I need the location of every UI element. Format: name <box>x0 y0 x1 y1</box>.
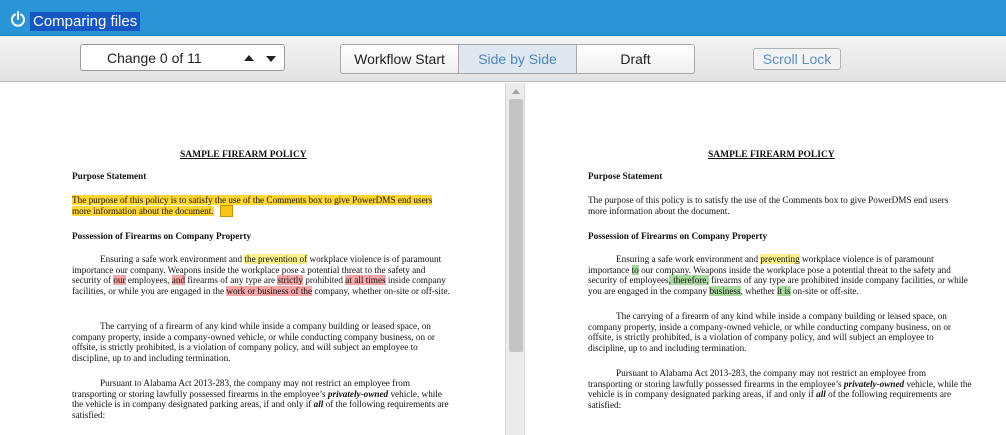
right-paragraph-2: The carrying of a firearm of any kind wh… <box>588 311 951 353</box>
right-paragraph-1: Ensuring a safe work environment and pre… <box>588 254 968 296</box>
left-paragraph-2: The carrying of a firearm of any kind wh… <box>72 321 435 363</box>
right-purpose-statement: The purpose of this policy is to satisfy… <box>588 195 949 216</box>
vertical-scrollbar[interactable] <box>505 83 525 435</box>
tab-workflow-start[interactable]: Workflow Start <box>340 44 459 74</box>
title-bar: Comparing files <box>0 0 1006 36</box>
scrollbar-thumb[interactable] <box>509 99 523 352</box>
tab-draft[interactable]: Draft <box>576 44 695 74</box>
left-paragraph-1: Ensuring a safe work environment and the… <box>72 254 450 296</box>
left-purpose-heading: Purpose Statement <box>72 171 147 181</box>
change-navigator: Change 0 of 11 <box>80 44 285 71</box>
window-title: Comparing files <box>30 12 141 31</box>
tab-side-by-side[interactable]: Side by Side <box>458 44 577 74</box>
left-paragraph-3: Pursuant to Alabama Act 2013-283, the co… <box>72 378 449 420</box>
right-possession-heading: Possession of Firearms on Company Proper… <box>588 231 768 241</box>
right-paragraph-3: Pursuant to Alabama Act 2013-283, the co… <box>588 368 972 410</box>
triangle-down-icon <box>266 56 276 62</box>
left-possession-heading: Possession of Firearms on Company Proper… <box>72 231 252 241</box>
triangle-up-icon <box>244 55 254 61</box>
change-counter: Change 0 of 11 <box>107 50 202 66</box>
previous-change-button[interactable] <box>241 50 257 66</box>
right-purpose-heading: Purpose Statement <box>588 171 663 181</box>
scroll-up-arrow-icon[interactable] <box>511 87 521 95</box>
left-purpose-statement: The purpose of this policy is to satisfy… <box>72 195 433 217</box>
left-doc-title: SAMPLE FIREARM POLICY <box>180 150 307 160</box>
left-document-pane[interactable]: SAMPLE FIREARM POLICY Purpose Statement … <box>0 83 499 435</box>
right-document-pane[interactable]: SAMPLE FIREARM POLICY Purpose Statement … <box>530 83 1006 435</box>
scroll-lock-button[interactable]: Scroll Lock <box>753 48 841 70</box>
next-change-button[interactable] <box>263 50 279 66</box>
right-doc-title: SAMPLE FIREARM POLICY <box>708 150 835 160</box>
toolbar: Change 0 of 11 Workflow Start Side by Si… <box>0 36 1006 82</box>
power-icon[interactable] <box>10 11 26 27</box>
comment-icon[interactable] <box>219 204 233 217</box>
